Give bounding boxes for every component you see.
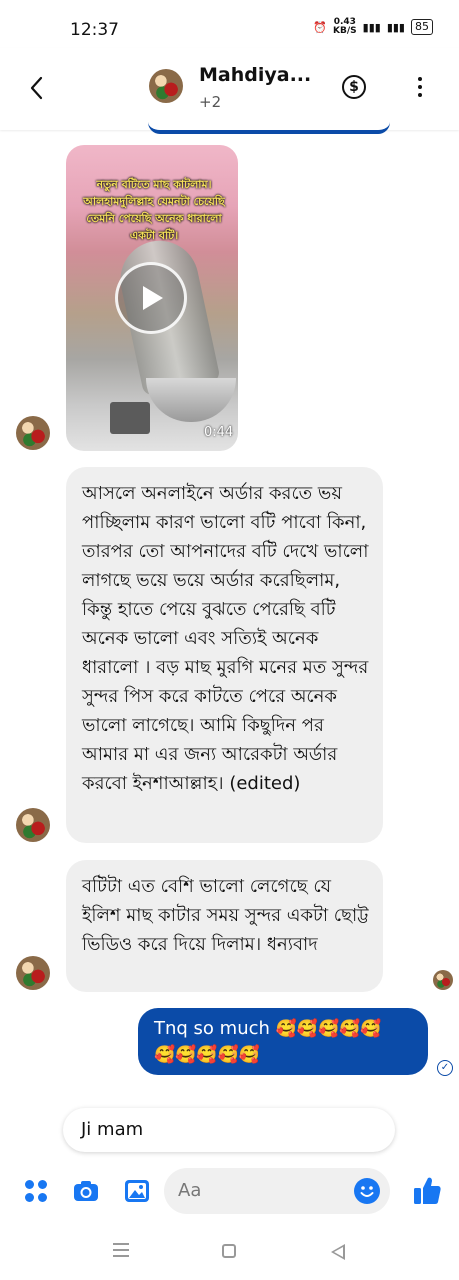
video-duration: 0:44 [204, 425, 234, 440]
previous-message-edge [148, 120, 390, 134]
signal-icon: ▮▮▮ [362, 20, 381, 34]
net-speed: 0.43 KB/S [333, 17, 357, 36]
avatar[interactable] [149, 69, 183, 103]
delivered-check-icon: ✓ [437, 1060, 453, 1076]
thumbs-up-icon[interactable] [412, 1174, 442, 1206]
message-text: Tnq so much [154, 1018, 270, 1039]
avatar[interactable] [16, 956, 50, 990]
message-text: বটিটা এত বেশি ভালো লেগেছে যে ইলিশ মাছ কা… [82, 876, 369, 955]
camera-icon[interactable] [72, 1177, 100, 1205]
status-time: 12:37 [70, 20, 119, 40]
chevron-left-icon[interactable] [26, 74, 50, 102]
smiley-icon[interactable] [354, 1178, 380, 1204]
avatar[interactable] [16, 416, 50, 450]
signal-icon-2: ▮▮▮ [386, 20, 405, 34]
battery-indicator: 85 [411, 19, 433, 35]
incoming-message[interactable]: বটিটা এত বেশি ভালো লেগেছে যে ইলিশ মাছ কা… [66, 860, 383, 992]
alarm-icon: ⏰ [313, 20, 328, 34]
outgoing-message[interactable]: Tnq so much 🥰🥰🥰🥰🥰 🥰🥰🥰🥰🥰 [138, 1008, 428, 1075]
conversation-header [0, 48, 459, 130]
contact-name[interactable]: Mahdiya... [199, 64, 311, 86]
avatar[interactable] [16, 808, 50, 842]
incoming-message[interactable]: আসলে অনলাইনে অর্ডার করতে ভয় পাচ্ছিলাম ক… [66, 467, 383, 843]
recent-apps-button[interactable] [113, 1243, 129, 1261]
back-button-inner [334, 1247, 343, 1257]
suggested-reply-chip[interactable]: Ji mam [63, 1108, 395, 1152]
video-caption: নতুন বটিতে মাছ কাটলাম। আলহামদুলিল্লাহ যে… [83, 178, 225, 242]
emoji-row: 🥰🥰🥰🥰🥰 [154, 1045, 260, 1065]
seen-avatar [433, 970, 453, 990]
grid-dots-icon[interactable] [24, 1177, 52, 1205]
image-icon[interactable] [123, 1177, 151, 1205]
status-indicators: ⏰ 0.43 KB/S ▮▮▮ ▮▮▮ 85 [313, 18, 433, 36]
more-vertical-icon[interactable] [418, 77, 422, 101]
message-text: আসলে অনলাইনে অর্ডার করতে ভয় পাচ্ছিলাম ক… [82, 483, 369, 794]
video-frame-stand [110, 402, 150, 434]
emoji-row: 🥰🥰🥰🥰🥰 [275, 1019, 382, 1039]
dollar-circle-icon[interactable]: $ [342, 75, 366, 99]
edited-label: (edited) [229, 773, 301, 794]
play-icon[interactable] [143, 286, 163, 310]
participant-count: +2 [199, 93, 222, 111]
home-button[interactable] [222, 1244, 236, 1258]
